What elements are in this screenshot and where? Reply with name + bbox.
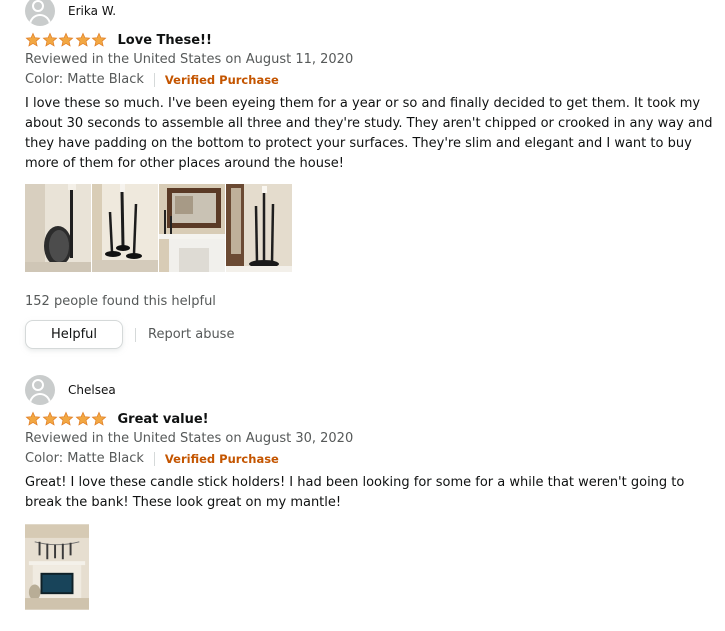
reviewer-profile[interactable]: Erika W.	[25, 0, 715, 26]
reviewer-profile[interactable]: Chelsea	[25, 375, 715, 405]
review-title[interactable]: Love These!!	[118, 33, 212, 48]
divider	[153, 73, 155, 87]
review-body: I love these so much. I've been eyeing t…	[25, 96, 713, 171]
star-icon	[58, 411, 74, 426]
review-image-strip	[25, 523, 715, 611]
star-icon	[75, 32, 90, 47]
star-rating[interactable]	[25, 32, 108, 48]
star-icon	[25, 32, 41, 47]
review-image[interactable]	[226, 184, 292, 272]
review-title[interactable]: Great value!	[118, 412, 209, 427]
star-icon	[42, 411, 57, 426]
star-icon	[58, 32, 74, 47]
review-card: Chelsea Great value! Reviewed in the Uni…	[25, 375, 715, 611]
review-date: Reviewed in the United States on August …	[25, 52, 354, 67]
helpful-count: 152 people found this helpful	[25, 294, 216, 309]
review-card: Erika W. Love These!! Reviewed in the Un…	[25, 0, 715, 349]
star-icon	[91, 32, 107, 47]
helpful-button[interactable]: Helpful	[25, 320, 123, 349]
avatar[interactable]	[25, 0, 55, 26]
review-date: Reviewed in the United States on August …	[25, 431, 354, 446]
star-icon	[91, 411, 107, 426]
verified-purchase-badge: Verified Purchase	[164, 452, 279, 466]
review-image[interactable]	[159, 184, 225, 272]
review-image-strip	[25, 184, 715, 272]
star-icon	[75, 411, 90, 426]
star-rating[interactable]	[25, 411, 108, 427]
reviewer-name[interactable]: Chelsea	[68, 383, 116, 397]
star-icon	[42, 32, 57, 47]
color-variant[interactable]: Color: Matte Black	[25, 70, 144, 90]
color-variant[interactable]: Color: Matte Black	[25, 449, 144, 469]
review-image[interactable]	[92, 184, 158, 272]
review-image[interactable]	[25, 184, 91, 272]
report-abuse-link[interactable]: Report abuse	[135, 327, 234, 342]
review-body: Great! I love these candle stick holders…	[25, 475, 685, 510]
reviewer-name[interactable]: Erika W.	[68, 4, 116, 18]
verified-purchase-badge: Verified Purchase	[164, 73, 279, 87]
divider	[153, 452, 155, 466]
star-icon	[25, 411, 41, 426]
avatar[interactable]	[25, 375, 55, 405]
review-image[interactable]	[25, 523, 89, 611]
